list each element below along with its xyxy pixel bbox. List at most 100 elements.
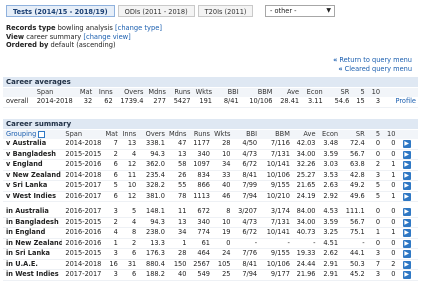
query-links: «Return to query menu «Cleared query men… bbox=[333, 56, 412, 73]
cell: 1113 bbox=[188, 191, 212, 202]
cell: 0 bbox=[212, 238, 233, 249]
tab-odis[interactable]: ODIs (2011 - 2018) bbox=[117, 5, 195, 17]
change-view-link[interactable]: [change view] bbox=[83, 33, 130, 41]
table-row: v Australia 2014-2018 7 13 338.1 47 1177 28 4/50… bbox=[3, 139, 418, 150]
play-icon[interactable]: ▶ bbox=[402, 260, 411, 269]
cell: 13 bbox=[119, 139, 139, 150]
play-icon[interactable]: ▶ bbox=[402, 171, 411, 180]
col-header: Runs bbox=[174, 88, 191, 96]
cell: 338.1 bbox=[138, 139, 167, 150]
cell: 62 bbox=[94, 97, 115, 108]
grouping-cell: in Australia bbox=[3, 207, 63, 218]
cell: 3 bbox=[103, 207, 120, 218]
play-icon[interactable]: ▶ bbox=[402, 218, 411, 227]
table-row: in West Indies 2017-2017 3 6 188.2 40 549 25 7/9… bbox=[3, 269, 418, 281]
cell: 7/116 bbox=[259, 139, 292, 150]
play-icon[interactable]: ▶ bbox=[402, 150, 411, 159]
cell: 2.92 bbox=[317, 191, 341, 202]
col-header: Mat bbox=[105, 130, 118, 138]
profile-link[interactable]: Profile bbox=[382, 97, 418, 108]
return-query-link[interactable]: Return to query menu bbox=[339, 56, 412, 64]
cell: 3 bbox=[366, 170, 383, 181]
col-header: 10 bbox=[371, 88, 381, 96]
cell: 7/99 bbox=[232, 180, 260, 192]
grouping-cell: v Sri Lanka bbox=[3, 180, 63, 192]
cell: 1 bbox=[382, 170, 398, 181]
play-icon[interactable]: ▶ bbox=[402, 161, 411, 169]
cell: 13 bbox=[166, 149, 189, 160]
cell: 54.6 bbox=[324, 97, 352, 108]
cell: 58 bbox=[166, 159, 189, 171]
cell: 176.3 bbox=[138, 248, 167, 260]
cell: 3 bbox=[103, 269, 120, 281]
row-action-cell: ▶ bbox=[397, 217, 418, 228]
cell: 0 bbox=[382, 269, 398, 281]
cell: 4.53 bbox=[317, 207, 341, 218]
cell: 880.4 bbox=[138, 259, 167, 270]
change-type-link[interactable]: [change type] bbox=[115, 24, 162, 32]
cell: 188.2 bbox=[138, 269, 167, 281]
cell: 2015-2015 bbox=[62, 248, 104, 260]
tab-tests[interactable]: Tests (2014/15 - 2018/19) bbox=[6, 5, 115, 17]
cell: 26 bbox=[166, 170, 189, 181]
grouping-label: Grouping bbox=[6, 130, 37, 138]
cleared-query-link[interactable]: Cleared query menu bbox=[345, 65, 412, 73]
cell: 5 bbox=[366, 180, 383, 192]
cell: 5 bbox=[119, 207, 139, 218]
col-header: Inns bbox=[122, 130, 137, 138]
cell: 21.96 bbox=[291, 269, 318, 281]
col-header bbox=[397, 130, 418, 139]
cell: 2015-2015 bbox=[62, 149, 104, 160]
cell: 7/94 bbox=[232, 269, 260, 281]
cell: 15 bbox=[351, 97, 367, 108]
cell: 46 bbox=[212, 191, 233, 202]
row-action-cell: ▶ bbox=[397, 207, 418, 218]
cell: 549 bbox=[188, 269, 212, 281]
play-icon[interactable]: ▶ bbox=[402, 182, 411, 190]
cell: 94.3 bbox=[138, 149, 167, 160]
cell: 1739.4 bbox=[114, 97, 146, 108]
play-icon[interactable]: ▶ bbox=[402, 229, 411, 237]
ordered-label: Ordered by bbox=[6, 41, 49, 49]
table-row: v West Indies 2016-2017 6 12 381.0 78 1113 46 7/… bbox=[3, 191, 418, 202]
play-icon[interactable]: ▶ bbox=[402, 250, 411, 258]
cell: 2 bbox=[119, 238, 139, 249]
cell: 42.8 bbox=[340, 170, 367, 181]
cell: 362.0 bbox=[138, 159, 167, 171]
cell: 277 bbox=[145, 97, 168, 108]
averages-overall-row: overall 2014-2018 32 62 1739.4 277 5427 … bbox=[3, 97, 418, 108]
cell: 2.91 bbox=[317, 269, 341, 281]
cell: 0 bbox=[382, 139, 398, 150]
col-header: Overs bbox=[145, 130, 165, 138]
play-icon[interactable]: ▶ bbox=[402, 239, 411, 248]
play-icon[interactable]: ▶ bbox=[402, 208, 411, 216]
cell: 25 bbox=[212, 269, 233, 281]
table-row: in U.A.E. 2014-2018 16 31 880.4 150 2567 105 8/4… bbox=[3, 259, 418, 270]
col-header: Span bbox=[65, 130, 83, 138]
play-icon[interactable]: ▶ bbox=[402, 140, 411, 148]
cell: 8/41 bbox=[232, 259, 260, 270]
cell: 381.0 bbox=[138, 191, 167, 202]
cell: 1 bbox=[382, 191, 398, 202]
tab-t20is[interactable]: T20Is (2011) bbox=[197, 5, 254, 17]
cell: 63.8 bbox=[340, 159, 367, 171]
cell: 10/106 bbox=[259, 259, 292, 270]
cell: 866 bbox=[188, 180, 212, 192]
cell: 7/76 bbox=[232, 248, 260, 260]
cell: 10/106 bbox=[240, 97, 275, 108]
play-icon[interactable]: ▶ bbox=[402, 271, 411, 279]
cell: 1097 bbox=[188, 159, 212, 171]
grouping-cell: in Sri Lanka bbox=[3, 248, 63, 260]
play-icon[interactable]: ▶ bbox=[402, 192, 411, 201]
cell: 7 bbox=[103, 139, 120, 150]
grouping-header[interactable]: Grouping bbox=[3, 130, 62, 139]
cell: 3 bbox=[366, 97, 383, 108]
col-header: SR bbox=[355, 130, 365, 138]
cell: - bbox=[340, 238, 367, 249]
other-format-select[interactable]: - other - ▼ bbox=[265, 5, 335, 17]
cell: 9/177 bbox=[259, 269, 292, 281]
cell: 11 bbox=[119, 170, 139, 181]
cell: 3.59 bbox=[317, 217, 341, 228]
cell: 4.51 bbox=[317, 238, 341, 249]
cleared-arrow-icon: « bbox=[338, 64, 343, 73]
